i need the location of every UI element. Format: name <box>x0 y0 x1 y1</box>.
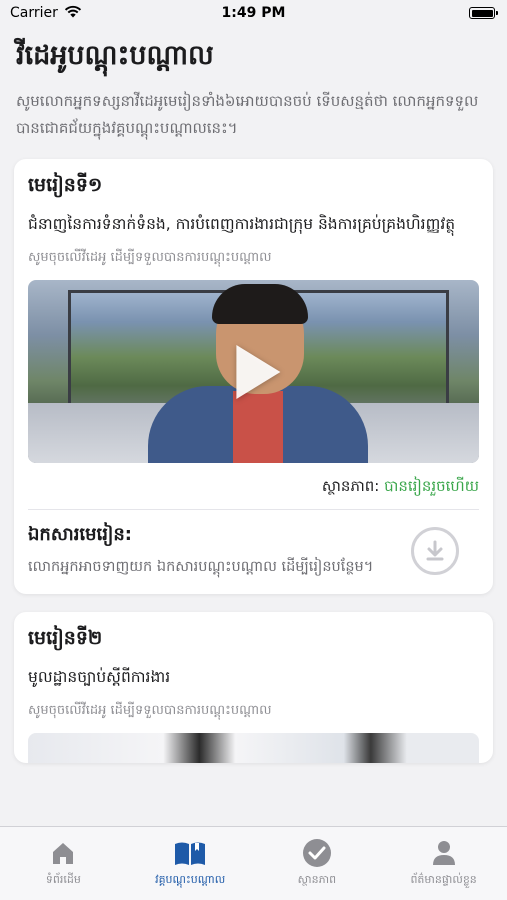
lesson-number: មេរៀនទី២ <box>28 626 103 649</box>
status-left: Carrier <box>10 5 82 22</box>
tab-label: វគ្គបណ្តុះបណ្តាល <box>155 873 226 886</box>
document-text: ឯកសារមេរៀន: លោកអ្នកអាចទាញយក ឯកសារបណ្តុះប… <box>28 522 373 580</box>
download-icon <box>426 540 444 561</box>
document-description: លោកអ្នកអាចទាញយក ឯកសារបណ្តុះបណ្តាល ដើម្បី… <box>28 559 374 576</box>
book-icon <box>173 837 207 869</box>
status-label: ស្ថានភាព: <box>321 477 380 496</box>
tab-label: ទំព័រដើម <box>45 873 81 886</box>
lesson-topic: មូលដ្ឋានច្បាប់ស្តីពីការងារ <box>28 667 171 686</box>
battery-icon <box>469 7 498 19</box>
main-content[interactable]: វីដេអូបណ្តុះបណ្តាល សូមលោកអ្នកទស្សនាវីដេអ… <box>0 26 507 826</box>
tab-home[interactable]: ទំព័រដើម <box>0 837 126 900</box>
lesson-video-1[interactable] <box>28 280 479 464</box>
document-title: ឯកសារមេរៀន: <box>28 524 132 546</box>
status-value: បានរៀនរួចហើយ <box>384 477 479 496</box>
divider <box>28 509 479 511</box>
page-description: សូមលោកអ្នកទស្សនាវីដេអូមេរៀនទាំង៦អោយបានចប… <box>16 92 479 137</box>
tab-bar: ទំព័រដើម វគ្គបណ្តុះបណ្តាល ស្ថានភាព ព័ត៌ម… <box>0 826 507 900</box>
tab-label: ព័ត៌មានផ្ទាល់ខ្លួន <box>410 873 477 886</box>
presenter-hair <box>212 284 308 325</box>
page-title: វីដេអូបណ្តុះបណ្តាល <box>16 40 214 71</box>
lesson-status: ស្ថានភាព: បានរៀនរួចហើយ <box>28 477 479 499</box>
tab-status[interactable]: ស្ថានភាព <box>254 837 380 900</box>
wifi-icon <box>64 5 82 22</box>
lesson-card-1: មេរៀនទី១ ជំនាញនៃការទំនាក់ទំនង, ការបំពេញក… <box>14 158 493 594</box>
tab-label: ស្ថានភាព <box>297 873 337 886</box>
presenter-shirt <box>233 391 283 464</box>
lesson-card-2: មេរៀនទី២ មូលដ្ឋានច្បាប់ស្តីពីការងារ សូមច… <box>14 611 493 764</box>
lesson-number: មេរៀនទី១ <box>28 173 103 196</box>
home-icon <box>49 837 77 869</box>
play-icon[interactable] <box>235 344 280 399</box>
download-button[interactable] <box>411 527 459 576</box>
tab-profile[interactable]: ព័ត៌មានផ្ទាល់ខ្លួន <box>381 837 507 900</box>
document-row: ឯកសារមេរៀន: លោកអ្នកអាចទាញយក ឯកសារបណ្តុះប… <box>28 522 479 580</box>
status-bar: Carrier 1:49 PM <box>0 0 507 26</box>
check-circle-icon <box>302 837 332 869</box>
lesson-hint: សូមចុចលើវីដេអូ ដើម្បីទទួលបានការបណ្តុះបណ្… <box>28 250 272 266</box>
tab-training[interactable]: វគ្គបណ្តុះបណ្តាល <box>127 837 253 900</box>
lesson-topic: ជំនាញនៃការទំនាក់ទំនង, ការបំពេញការងារជាក្… <box>28 214 456 233</box>
person-icon <box>430 837 458 869</box>
clock: 1:49 PM <box>221 5 286 21</box>
carrier-label: Carrier <box>10 5 58 21</box>
lesson-video-2[interactable] <box>28 733 479 764</box>
lesson-hint: សូមចុចលើវីដេអូ ដើម្បីទទួលបានការបណ្តុះបណ្… <box>28 703 272 719</box>
